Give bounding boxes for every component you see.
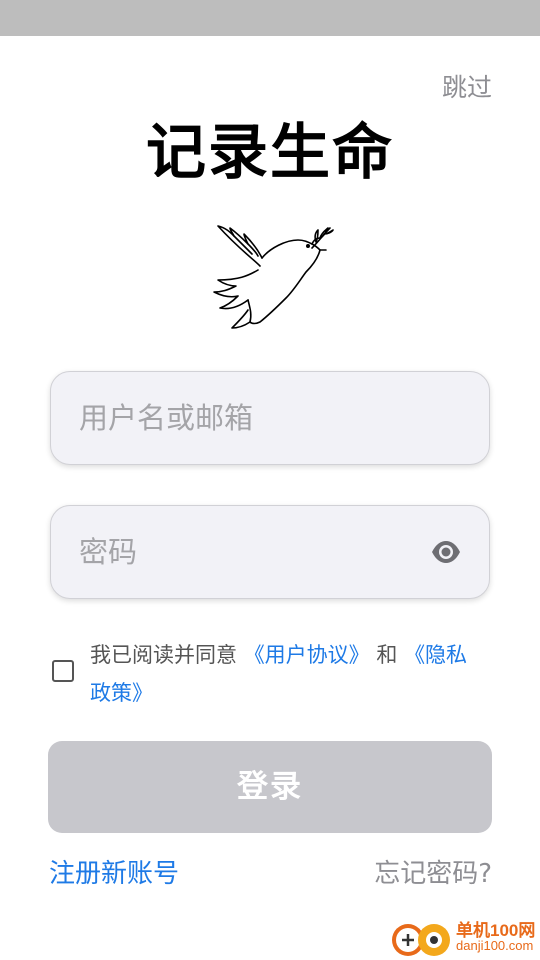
agreement-text: 我已阅读并同意 《用户协议》 和 《隐私政策》 [90,636,470,712]
register-link[interactable]: 注册新账号 [49,853,179,890]
password-field[interactable] [50,505,490,599]
username-field[interactable] [50,371,490,465]
watermark-url: danji100.com [456,938,534,953]
agreement-row: 我已阅读并同意 《用户协议》 和 《隐私政策》 [52,636,492,716]
login-button[interactable]: 登录 [48,741,492,833]
app-title: 记录生命 [146,118,394,188]
user-agreement-link[interactable]: 《用户协议》 [244,643,370,667]
agreement-conjunction: 和 [376,643,398,667]
status-bar [0,0,540,36]
password-input[interactable] [79,506,439,598]
username-input[interactable] [79,372,439,464]
watermark: 单机100网 danji100.com [390,914,540,960]
agreement-checkbox[interactable] [52,660,74,682]
forgot-password-link[interactable]: 忘记密码? [374,853,492,890]
dove-with-olive-branch-icon [213,225,334,329]
watermark-logo-icon [392,924,450,956]
eye-icon[interactable] [431,539,461,565]
agreement-prefix: 我已阅读并同意 [90,643,237,667]
skip-button[interactable]: 跳过 [442,68,492,104]
